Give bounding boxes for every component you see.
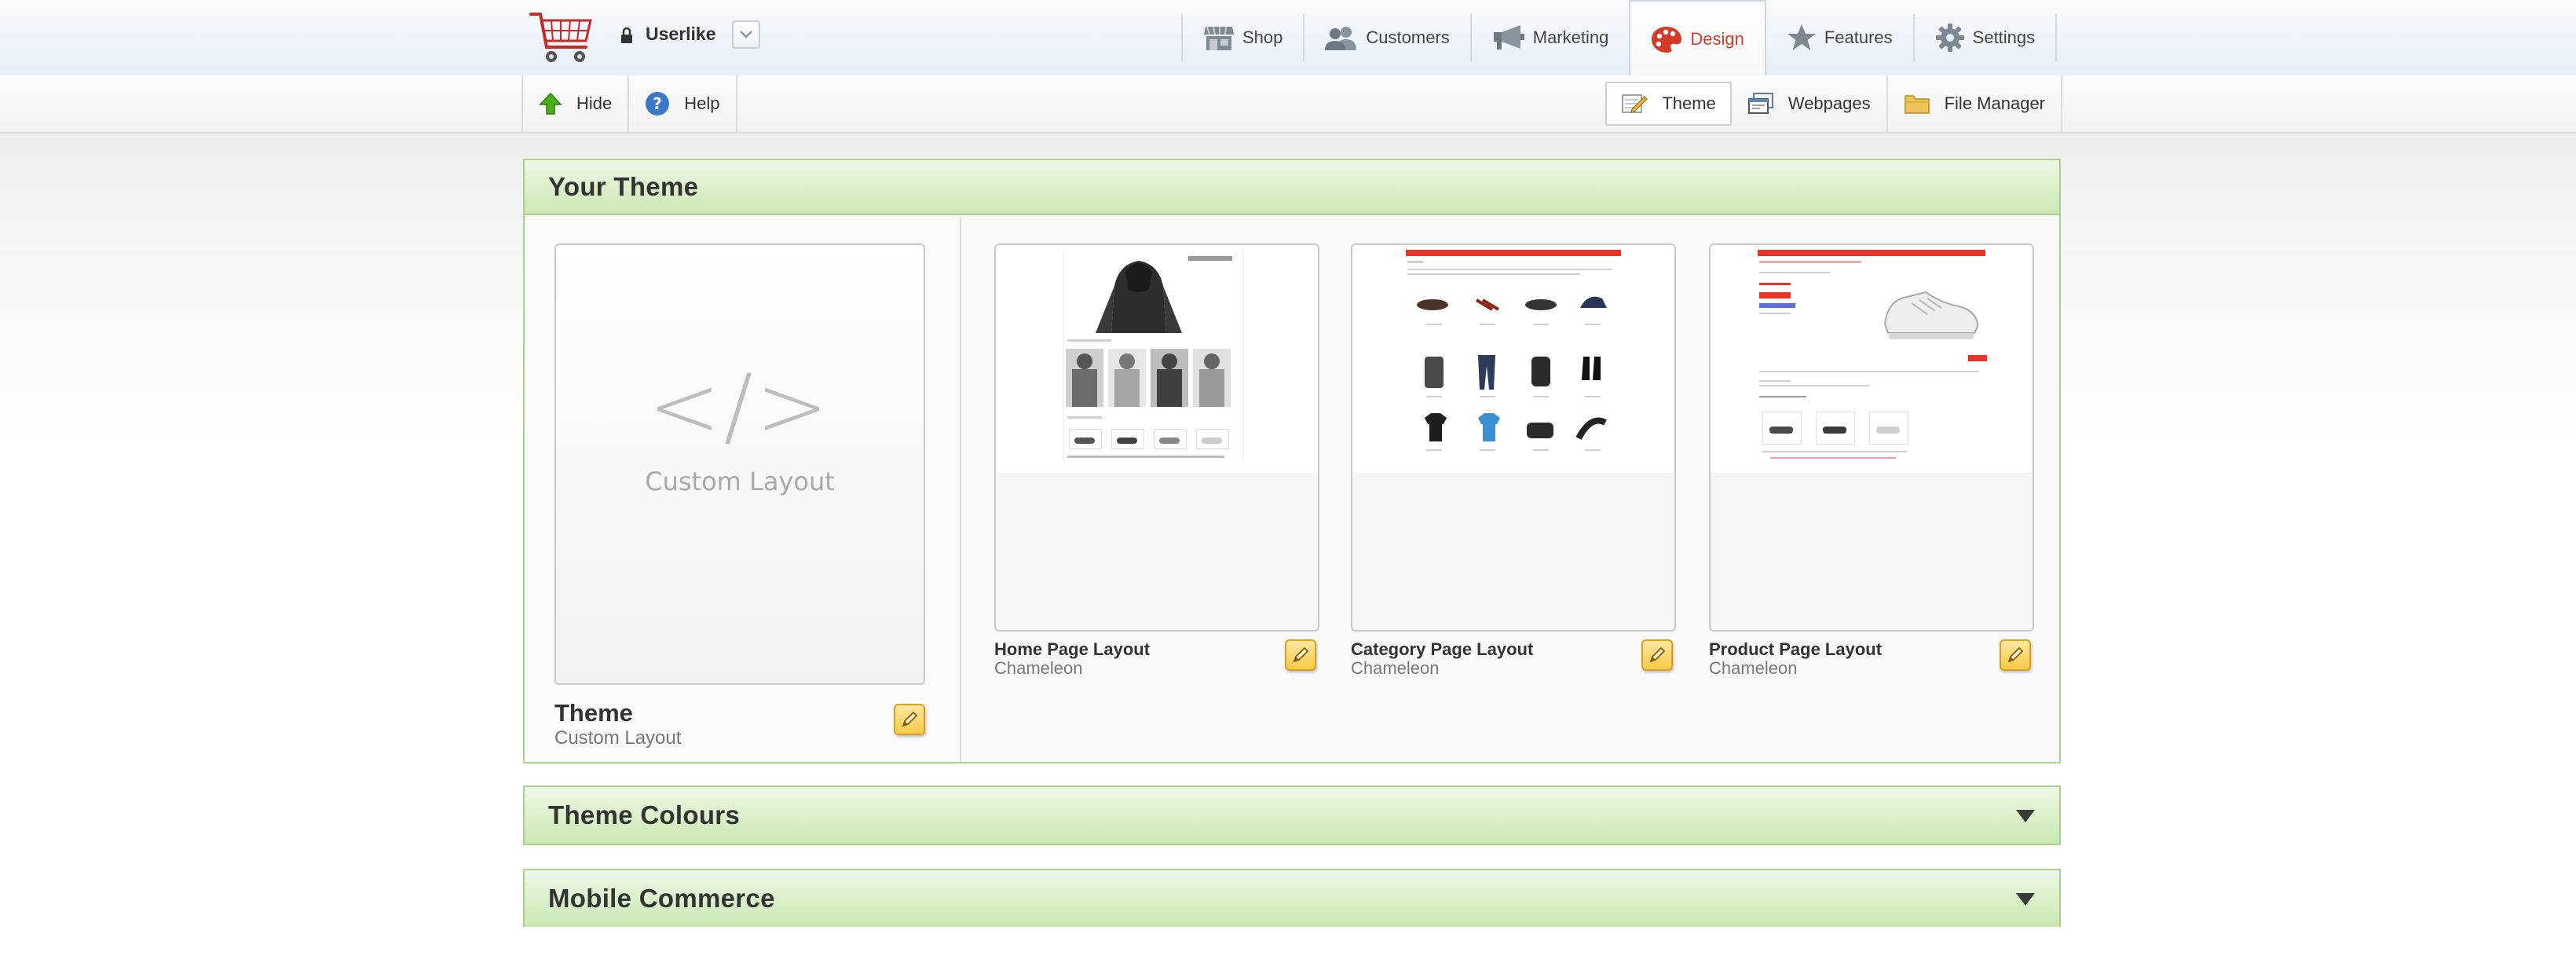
theme-subtitle: Custom Layout [554,727,682,749]
nav-item-features[interactable]: Features [1766,0,1913,75]
hide-label: Hide [576,93,613,113]
theme-colours-panel: Theme Colours [523,785,2061,845]
custom-layout-preview-label: Custom Layout [645,467,835,496]
main-nav: Shop Customers Marketing Design Features… [1181,0,2058,77]
chevron-down-icon [740,31,752,38]
custom-layout-preview[interactable]: </> Custom Layout [554,244,925,685]
folder-icon [1904,95,1930,114]
webpages-icon [1747,93,1773,114]
theme-edit-icon [1622,94,1648,113]
gear-icon [1935,24,1964,52]
svg-text:?: ? [653,94,662,113]
edit-category-page-layout-button[interactable] [1641,639,1673,671]
pencil-icon [1649,646,1666,663]
mobile-commerce-panel: Mobile Commerce [523,869,2061,927]
theme-colours-header[interactable]: Theme Colours [525,787,2059,844]
model-photo [1066,349,1103,407]
sub-toolbar: Hide ? Help Theme Webpages File Manager [0,75,2576,134]
nav-label-settings: Settings [1972,27,2036,47]
lock-icon [621,27,632,43]
arrow-up-icon [539,92,562,115]
palette-icon [1652,27,1682,53]
nav-label-features: Features [1824,27,1893,47]
tab-theme[interactable]: Theme [1605,82,1732,126]
model-photo [1108,349,1146,407]
pencil-icon [1293,646,1309,663]
expand-arrow-icon[interactable] [2015,892,2036,906]
mobile-commerce-title: Mobile Commerce [548,884,775,913]
help-button[interactable]: ? Help [629,75,735,132]
help-icon: ? [646,92,670,115]
nav-item-marketing[interactable]: Marketing [1472,0,1630,75]
product-page-thumbnail [1711,245,2033,473]
home-page-layout-preview[interactable] [994,244,1319,632]
pencil-icon [902,711,918,727]
product-page-layout-theme: Chameleon [1709,658,1798,678]
theme-name: Theme [554,699,633,727]
model-photo [1151,349,1188,407]
model-photo [1193,349,1231,407]
mobile-commerce-header[interactable]: Mobile Commerce [525,870,2059,927]
star-icon [1787,24,1816,50]
edit-theme-button[interactable] [894,704,925,735]
category-page-layout-name: Category Page Layout [1351,639,1534,659]
shop-icon [1204,26,1234,50]
nav-label-design: Design [1690,29,1744,49]
nav-item-settings[interactable]: Settings [1915,0,2056,75]
help-label: Help [684,93,720,113]
sneaker-image [1883,291,1979,339]
theme-colours-title: Theme Colours [548,800,741,829]
home-page-thumbnail [996,245,1318,473]
home-page-layout-name: Home Page Layout [994,639,1151,659]
store-name[interactable]: Userlike [646,24,716,45]
tab-file-manager[interactable]: File Manager [1888,75,2061,132]
hoodie-image [1096,261,1182,333]
hide-button[interactable]: Hide [523,75,628,132]
tab-theme-label: Theme [1662,93,1716,113]
tab-file-manager-label: File Manager [1944,93,2045,113]
megaphone-icon [1493,25,1524,49]
current-theme-column: </> Custom Layout Theme Custom Layout [525,217,961,762]
expand-arrow-icon[interactable] [2015,809,2036,823]
edit-product-page-layout-button[interactable] [2000,639,2031,671]
shopping-cart-logo-icon[interactable] [528,6,595,68]
your-theme-title: Your Theme [548,172,699,201]
nav-label-marketing: Marketing [1532,27,1609,47]
edit-home-page-layout-button[interactable] [1285,639,1316,671]
nav-label-customers: Customers [1366,27,1450,47]
store-switcher-dropdown[interactable] [732,20,760,49]
nav-item-shop[interactable]: Shop [1183,0,1303,75]
pencil-icon [2007,646,2024,663]
category-page-layout-theme: Chameleon [1351,658,1440,678]
product-page-layout-name: Product Page Layout [1709,639,1883,659]
product-page-layout-preview[interactable] [1709,244,2034,632]
nav-item-customers[interactable]: Customers [1304,0,1469,75]
code-icon: </> [648,356,832,456]
category-page-layout-preview[interactable] [1351,244,1676,632]
tab-webpages-label: Webpages [1787,93,1871,113]
nav-label-shop: Shop [1242,27,1283,47]
category-page-thumbnail [1352,245,1674,473]
nav-item-design[interactable]: Design [1629,0,1766,77]
customers-icon [1325,27,1357,50]
category-products-grid [1417,296,1607,451]
tab-webpages[interactable]: Webpages [1732,75,1886,132]
your-theme-header[interactable]: Your Theme [525,160,2059,215]
home-page-layout-theme: Chameleon [994,658,1083,678]
your-theme-panel: Your Theme </> Custom Layout Theme Custo… [523,159,2061,763]
top-bar: Userlike Shop Customers Marketing Design… [0,0,2576,77]
